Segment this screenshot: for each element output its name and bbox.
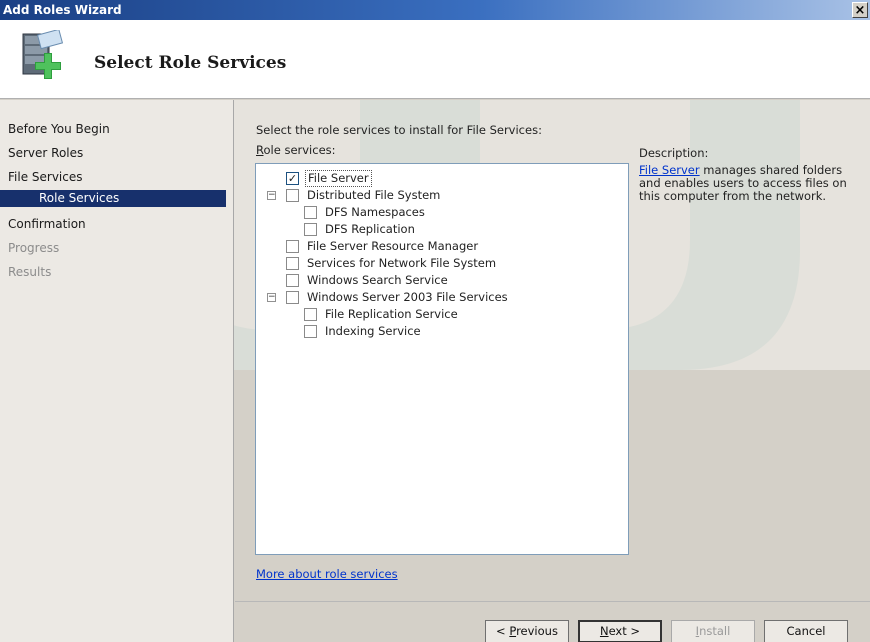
nav-confirmation[interactable]: Confirmation	[8, 216, 234, 233]
role-services-list[interactable]: ✓ File Server − Distributed File System …	[255, 163, 629, 555]
cancel-button[interactable]: Cancel	[764, 620, 848, 642]
description-heading: Description:	[639, 146, 709, 160]
checkbox-dfs-namespaces[interactable]	[304, 206, 317, 219]
next-button[interactable]: Next >	[578, 620, 662, 642]
nav-before-you-begin[interactable]: Before You Begin	[8, 121, 234, 138]
button-bar: < Previous Next > Install Cancel	[235, 601, 870, 642]
close-button[interactable]: ×	[852, 2, 868, 18]
wizard-header: Select Role Services	[0, 20, 870, 99]
more-about-role-services-link[interactable]: More about role services	[256, 567, 398, 581]
main-content: Select the role services to install for …	[235, 100, 870, 601]
collapse-icon[interactable]: −	[267, 191, 276, 200]
nav-role-services[interactable]: Role Services	[0, 190, 226, 207]
collapse-icon[interactable]: −	[267, 293, 276, 302]
checkbox-windows-search[interactable]	[286, 274, 299, 287]
checkbox-dfs[interactable]	[286, 189, 299, 202]
checkbox-file-server[interactable]: ✓	[286, 172, 299, 185]
nav-server-roles[interactable]: Server Roles	[8, 145, 234, 162]
checkbox-indexing[interactable]	[304, 325, 317, 338]
checkbox-file-replication[interactable]	[304, 308, 317, 321]
checkbox-fsrm[interactable]	[286, 240, 299, 253]
checkbox-nfs[interactable]	[286, 257, 299, 270]
window-title: Add Roles Wizard	[3, 3, 122, 17]
install-button: Install	[671, 620, 755, 642]
checkbox-dfs-replication[interactable]	[304, 223, 317, 236]
description-text: File Server manages shared folders and e…	[639, 163, 847, 203]
page-title: Select Role Services	[94, 53, 287, 73]
checkbox-ws2003-file-services[interactable]	[286, 291, 299, 304]
nav-file-services[interactable]: File Services	[8, 169, 234, 186]
title-bar: Add Roles Wizard ×	[0, 0, 870, 20]
server-add-role-icon	[17, 28, 69, 86]
wizard-steps-nav: Before You Begin Server Roles File Servi…	[0, 100, 234, 642]
file-server-link[interactable]: File Server	[639, 163, 700, 177]
previous-button[interactable]: < Previous	[485, 620, 569, 642]
nav-results: Results	[8, 265, 52, 279]
role-services-label: Role services:	[256, 143, 336, 157]
nav-progress: Progress	[8, 241, 60, 255]
instruction-text: Select the role services to install for …	[256, 123, 542, 137]
